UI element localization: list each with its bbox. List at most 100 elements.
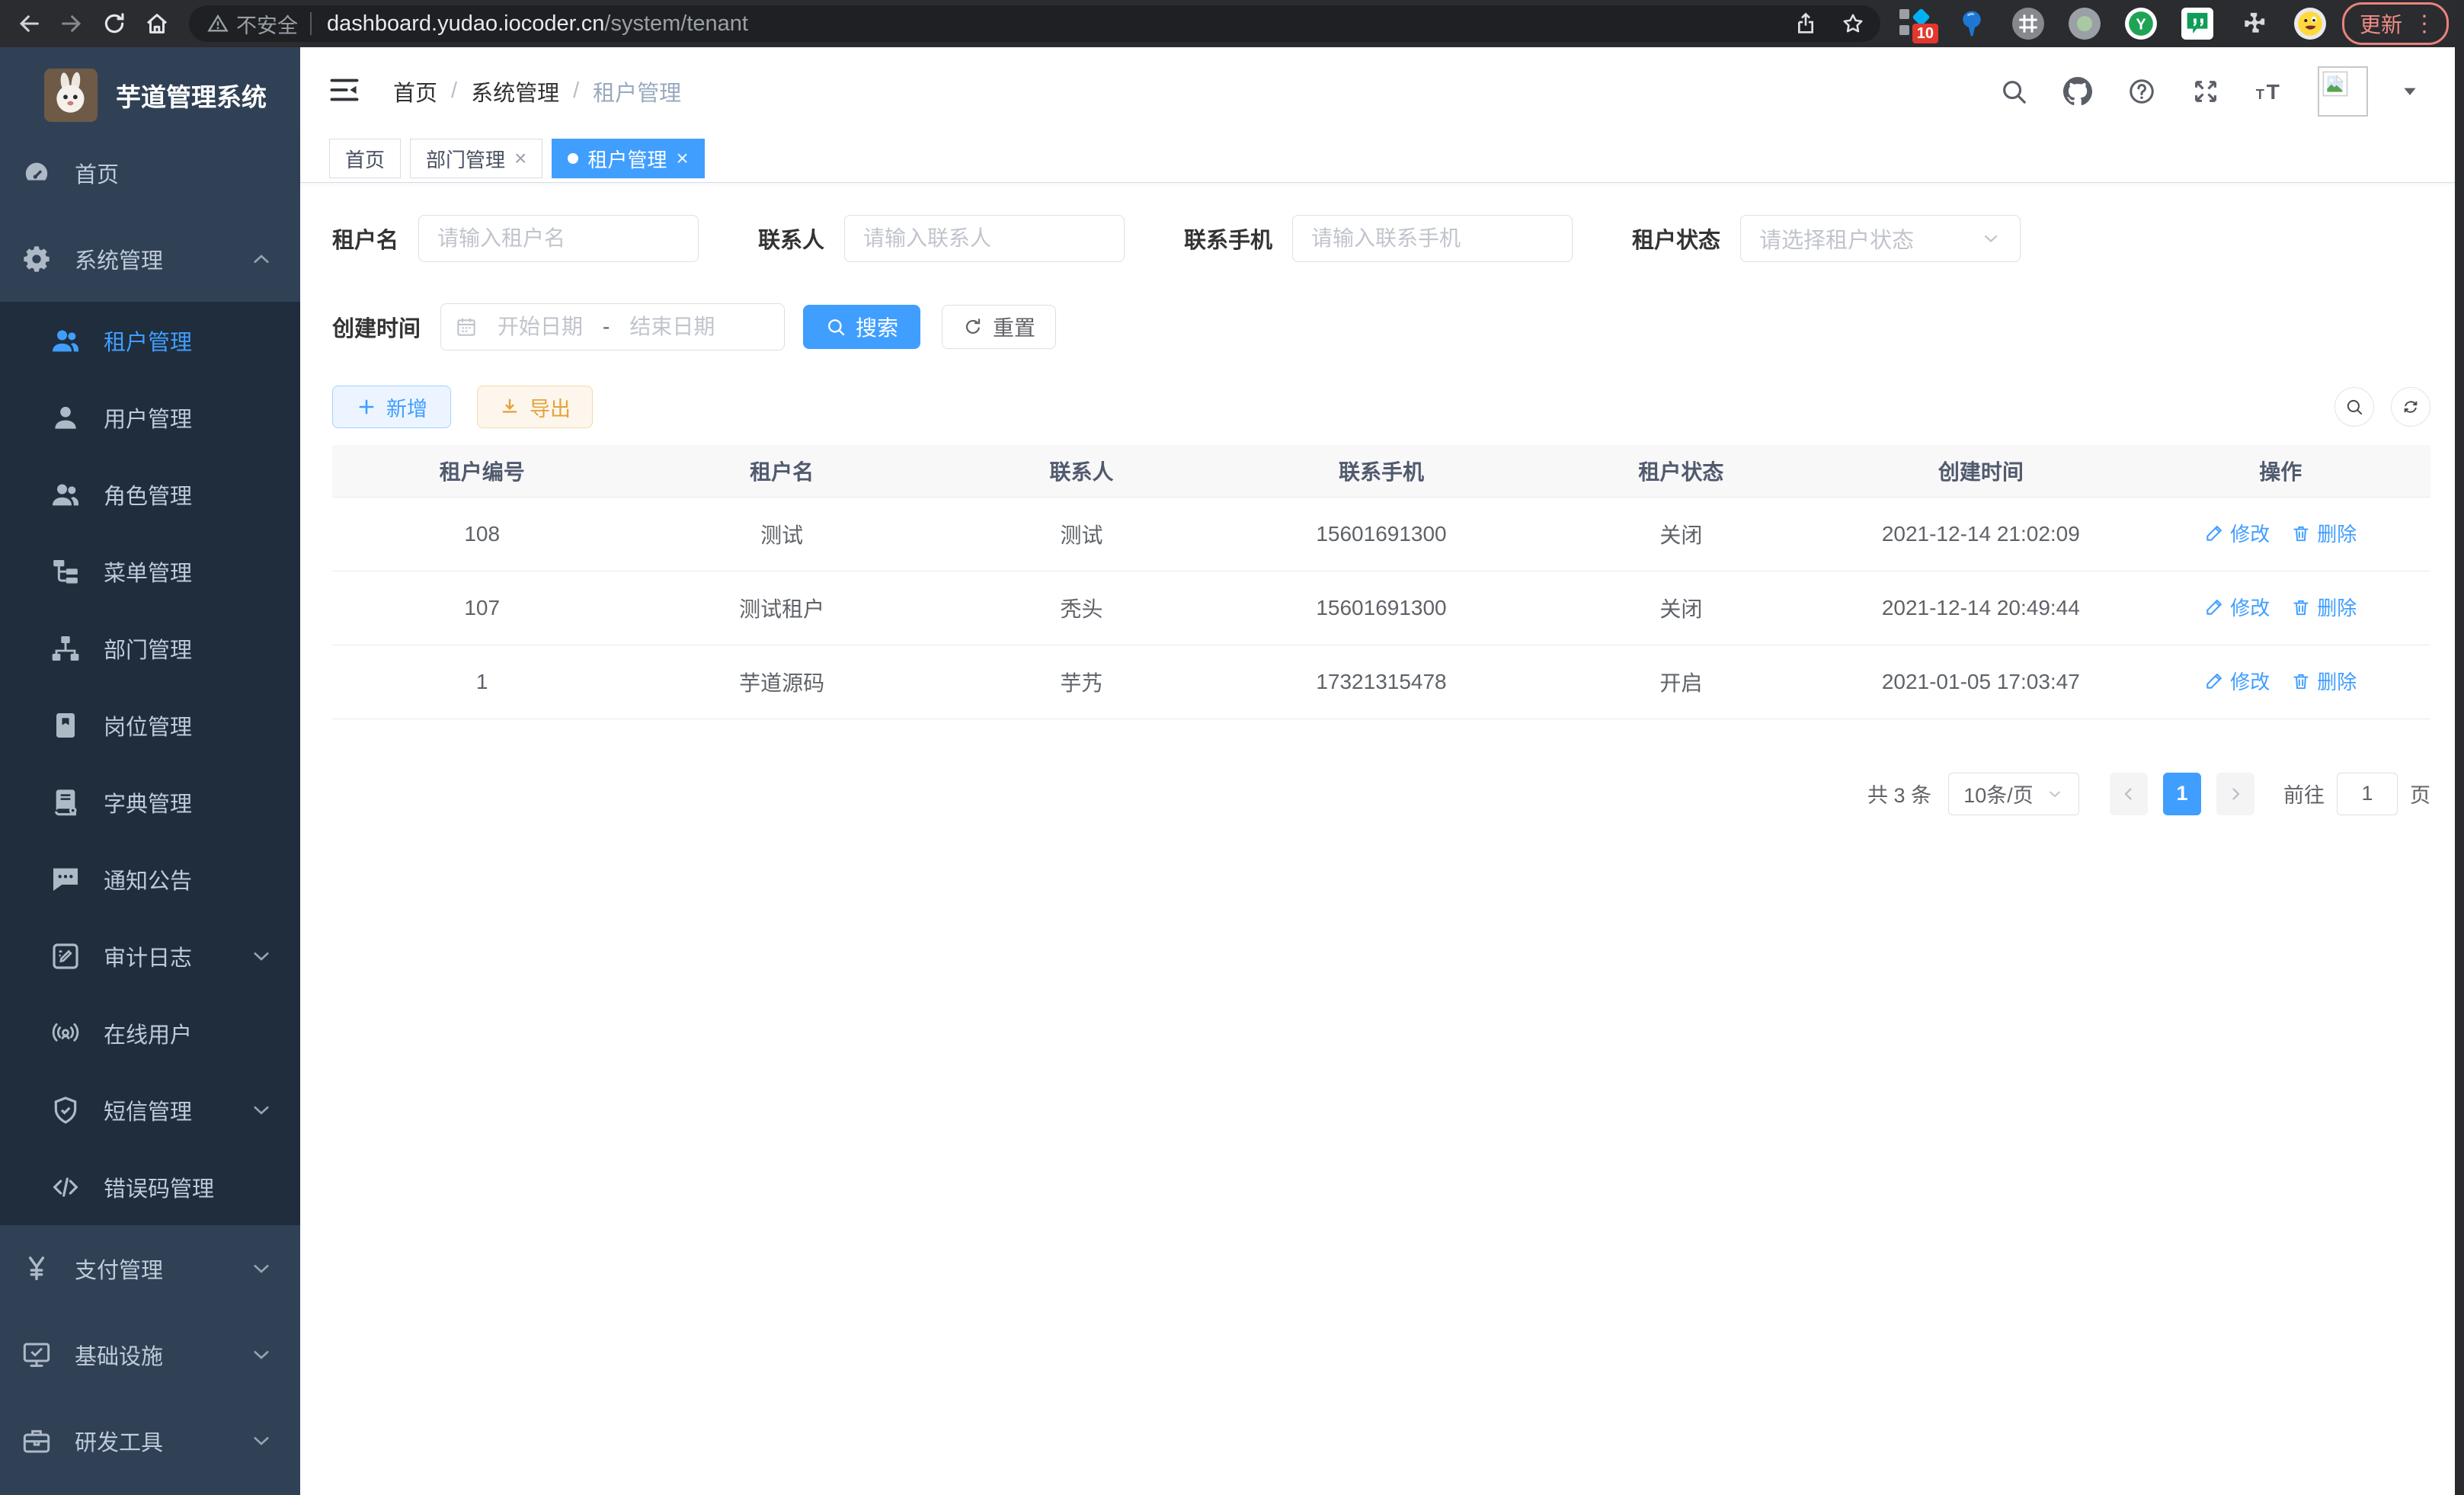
pinned-extension-icon[interactable]: 10: [1899, 7, 1932, 40]
back-button[interactable]: [8, 2, 50, 45]
browser-update-button[interactable]: 更新 ⋮: [2342, 2, 2449, 45]
sidebar-item-notice[interactable]: 通知公告: [0, 840, 300, 917]
close-icon[interactable]: ×: [676, 148, 688, 169]
search-icon[interactable]: [1998, 75, 2030, 107]
dashboard-icon: [21, 158, 52, 188]
cell-name: 测试租户: [632, 571, 931, 645]
goto-page-input[interactable]: [2337, 773, 2398, 815]
sidebar-item-audit-log[interactable]: 审计日志: [0, 917, 300, 994]
edit-row-button[interactable]: 修改: [2204, 593, 2270, 621]
sidebar-item-post[interactable]: 岗位管理: [0, 687, 300, 764]
reload-button[interactable]: [93, 2, 136, 45]
record-extension-icon[interactable]: [2068, 7, 2101, 40]
close-icon[interactable]: ×: [514, 148, 526, 169]
app-logo-avatar: [44, 69, 98, 122]
font-size-icon[interactable]: TT: [2254, 75, 2286, 107]
table-header-cell: 联系手机: [1231, 445, 1531, 497]
sidebar-item-user[interactable]: 用户管理: [0, 379, 300, 456]
sidebar-item-tenant[interactable]: 租户管理: [0, 302, 300, 379]
tab-dept[interactable]: 部门管理×: [410, 139, 542, 178]
share-icon[interactable]: [1794, 11, 1818, 36]
chevron-up-icon: [248, 246, 274, 272]
yudao-extension-icon[interactable]: Y: [2124, 7, 2158, 40]
prev-page-button[interactable]: [2110, 773, 2148, 815]
page-size-select[interactable]: 10条/页: [1948, 773, 2079, 815]
sidebar-item-online-user[interactable]: 在线用户: [0, 994, 300, 1071]
chevron-down-icon: [248, 1097, 274, 1123]
tab-strip: 首页部门管理× 租户管理×: [300, 135, 2464, 183]
sidebar-item-infra[interactable]: 基础设施: [0, 1311, 300, 1397]
help-icon[interactable]: [2126, 75, 2158, 107]
browser-menu-dots-icon[interactable]: ⋮: [2413, 11, 2436, 37]
end-date-input[interactable]: [614, 315, 730, 339]
start-date-input[interactable]: [482, 315, 598, 339]
add-button[interactable]: 新增: [332, 386, 451, 428]
page-number-button[interactable]: 1: [2163, 773, 2201, 815]
contact-label: 联系人: [758, 222, 824, 255]
pencil-icon: [2204, 671, 2224, 691]
search-button[interactable]: 搜索: [803, 305, 920, 349]
sidebar-item-home[interactable]: 首页: [0, 130, 300, 216]
sidebar-item-devtool[interactable]: 研发工具: [0, 1397, 300, 1484]
chat-extension-icon[interactable]: [2181, 7, 2214, 40]
emoji-extension-icon[interactable]: [2293, 7, 2327, 40]
tab-tenant[interactable]: 租户管理×: [552, 139, 704, 178]
next-page-button[interactable]: [2216, 773, 2254, 815]
edit-row-button[interactable]: 修改: [2204, 519, 2270, 547]
pagination-total: 共 3 条: [1867, 779, 1931, 808]
sidebar-item-dept[interactable]: 部门管理: [0, 610, 300, 687]
avatar-dropdown-caret-icon[interactable]: [2400, 82, 2420, 101]
window-scrollbar-track[interactable]: [2455, 0, 2464, 1495]
edit-row-button[interactable]: 修改: [2204, 667, 2270, 695]
sidebar-item-sms[interactable]: 短信管理: [0, 1071, 300, 1148]
cell-mobile: 15601691300: [1231, 571, 1531, 645]
cell-created: 2021-12-14 20:49:44: [1831, 571, 2130, 645]
delete-row-button[interactable]: 删除: [2291, 667, 2357, 695]
refresh-table-button[interactable]: [2391, 387, 2430, 427]
address-bar[interactable]: 不安全 dashboard.yudao.iocoder.cn/system/te…: [189, 5, 1880, 42]
cell-status: 关闭: [1531, 571, 1831, 645]
menu-tree-icon: [50, 556, 81, 587]
breadcrumb-item[interactable]: 首页: [393, 75, 437, 107]
forward-button[interactable]: [50, 2, 93, 45]
table-row: 1芋道源码芋艿17321315478开启2021-01-05 17:03:47修…: [332, 645, 2430, 719]
sidebar-item-role[interactable]: 角色管理: [0, 456, 300, 533]
sidebar-collapse-icon[interactable]: [328, 73, 364, 110]
sidebar-item-system[interactable]: 系统管理: [0, 216, 300, 302]
tab-home[interactable]: 首页: [329, 139, 401, 178]
url-text[interactable]: dashboard.yudao.iocoder.cn/system/tenant: [327, 11, 1778, 37]
date-range-separator: -: [603, 315, 610, 339]
reset-button[interactable]: 重置: [942, 305, 1056, 349]
tenant-name-input[interactable]: [418, 215, 699, 262]
delete-row-button[interactable]: 删除: [2291, 519, 2357, 547]
app-logo-row[interactable]: 芋道管理系统: [0, 47, 300, 130]
contact-input[interactable]: [844, 215, 1125, 262]
delete-row-button[interactable]: 删除: [2291, 593, 2357, 621]
sidebar-item-error-code[interactable]: 错误码管理: [0, 1148, 300, 1225]
sidebar-item-menu[interactable]: 菜单管理: [0, 533, 300, 610]
command-extension-icon[interactable]: [2011, 7, 2045, 40]
puzzle-extension-icon[interactable]: [2237, 7, 2270, 40]
browser-toolbar: 不安全 dashboard.yudao.iocoder.cn/system/te…: [0, 0, 2464, 47]
export-button[interactable]: 导出: [477, 386, 593, 428]
pagination: 共 3 条 10条/页 1 前往 页: [332, 773, 2430, 815]
message-icon: [50, 864, 81, 895]
people-icon: [50, 479, 81, 510]
svg-text:Y: Y: [2136, 17, 2146, 34]
security-label[interactable]: 不安全: [236, 9, 298, 39]
show-search-toggle-button[interactable]: [2334, 387, 2374, 427]
mobile-input[interactable]: [1292, 215, 1573, 262]
fullscreen-icon[interactable]: [2190, 75, 2222, 107]
tenant-status-select[interactable]: 请选择租户状态: [1740, 215, 2021, 262]
sidebar-item-dict[interactable]: 字典管理: [0, 764, 300, 840]
balloon-extension-icon[interactable]: [1955, 7, 1989, 40]
bookmark-star-icon[interactable]: [1841, 11, 1865, 36]
create-time-range-picker[interactable]: -: [440, 303, 785, 351]
table-header-cell: 操作: [2131, 445, 2430, 497]
home-button[interactable]: [136, 2, 178, 45]
breadcrumb-item[interactable]: 系统管理: [471, 75, 559, 107]
user-avatar[interactable]: [2318, 66, 2368, 117]
github-icon[interactable]: [2062, 75, 2094, 107]
sidebar-item-pay[interactable]: 支付管理: [0, 1225, 300, 1311]
not-secure-warning-icon[interactable]: [207, 13, 229, 34]
